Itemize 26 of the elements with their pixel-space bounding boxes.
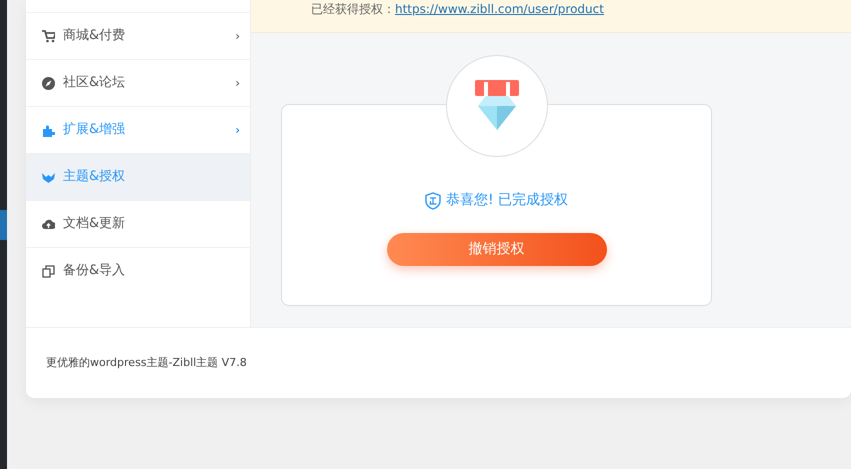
fox-icon	[42, 170, 55, 184]
sidebar-item[interactable]: 社区&论坛 ›	[26, 59, 250, 106]
menu-label: 主题&授权	[63, 168, 126, 186]
copy-icon	[42, 264, 55, 278]
sidebar-item[interactable]: 备份&导入	[26, 247, 250, 294]
menu-label: 商城&付费	[63, 27, 126, 46]
shield-icon	[424, 192, 441, 210]
cloud-upload-icon	[42, 218, 55, 230]
menu-label: 备份&导入	[63, 262, 126, 280]
puzzle-icon	[42, 124, 55, 136]
license-message: 恭喜您! 已完成授权	[446, 191, 568, 210]
cart-icon	[42, 30, 55, 42]
sidebar-item[interactable]: 文档&更新	[26, 200, 250, 247]
chevron-icon: ›	[235, 27, 240, 45]
notice-text: 已经获得授权：	[311, 1, 395, 18]
menu-label: 文档&更新	[63, 215, 126, 234]
chevron-icon: ›	[235, 121, 240, 139]
sidebar-item[interactable]: 商城&付费 ›	[26, 12, 250, 59]
menu-label: 社区&论坛	[63, 74, 126, 92]
menu-label: 扩展&增强	[63, 121, 126, 140]
license-link[interactable]: https://www.zibll.com/user/product	[395, 0, 604, 18]
chevron-icon: ›	[235, 74, 240, 92]
diamond-medal-icon	[474, 80, 520, 132]
footer-text: 更优雅的wordpress主题-Zibll主题 V7.8	[46, 354, 247, 371]
sidebar-collapse-marker	[0, 210, 7, 240]
compass-icon	[42, 76, 55, 90]
